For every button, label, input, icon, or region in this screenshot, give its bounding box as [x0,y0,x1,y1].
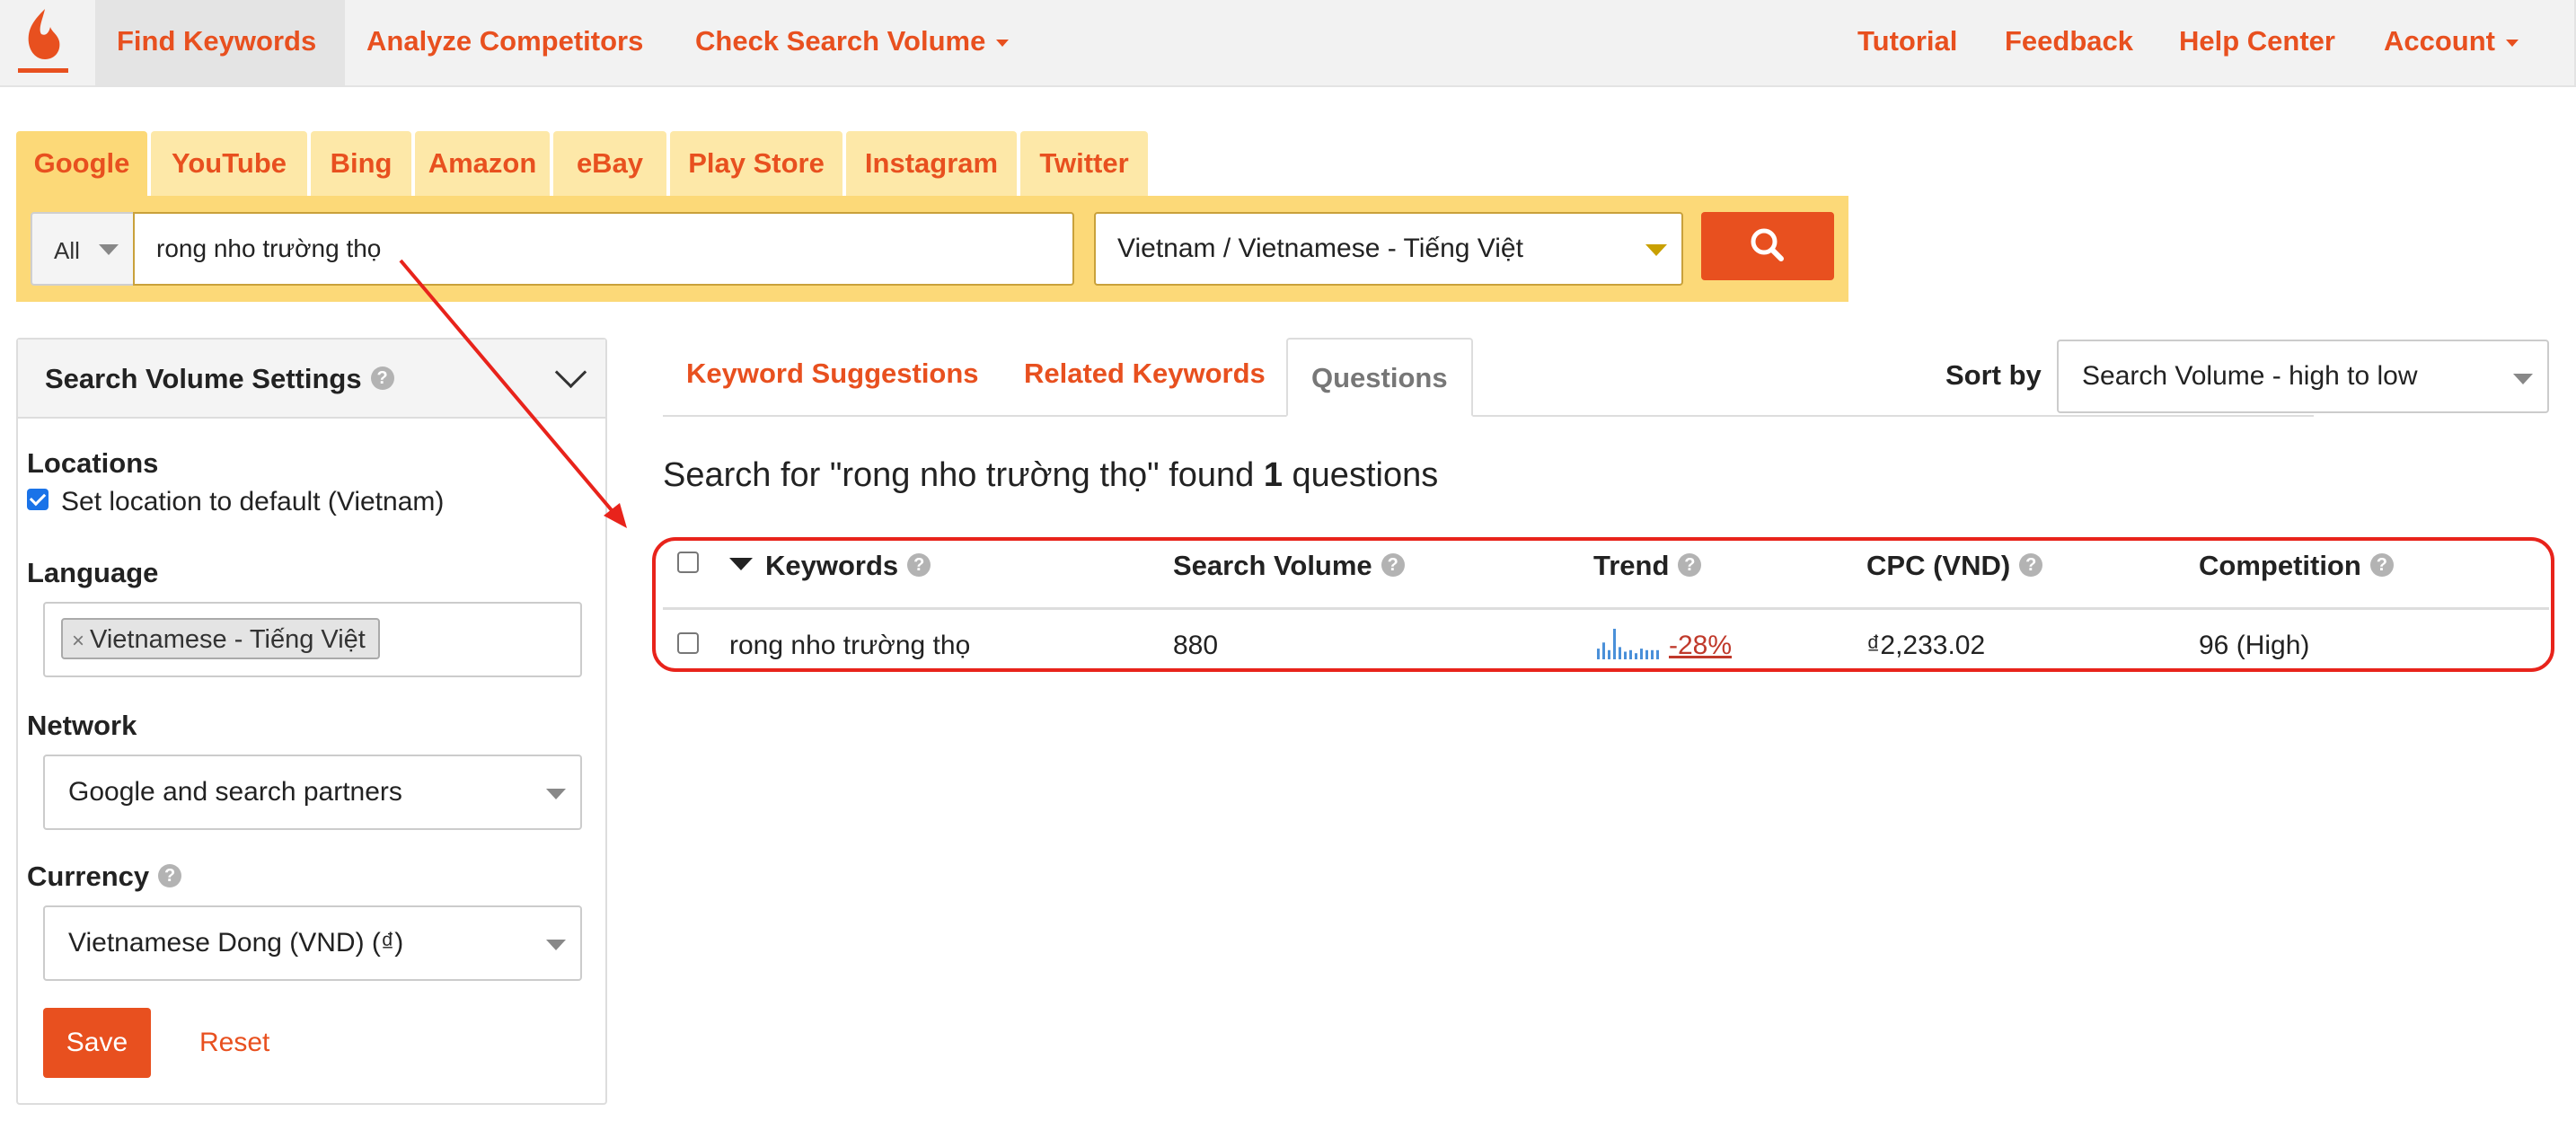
annotation-arrow [399,259,627,528]
